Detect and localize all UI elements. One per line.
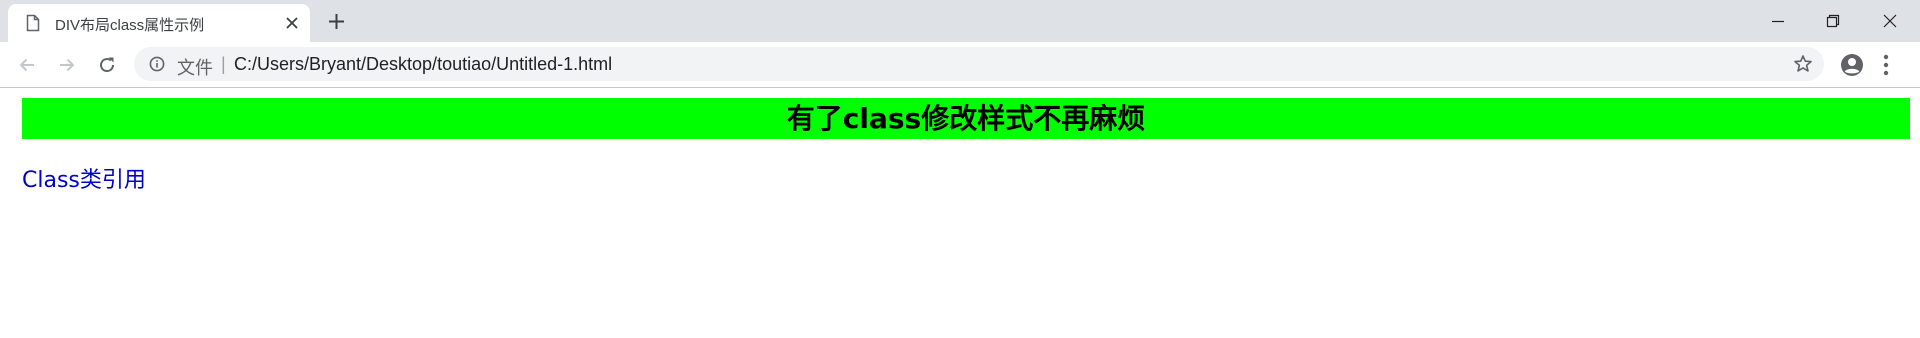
minimize-icon (1772, 20, 1784, 23)
page-icon (26, 14, 40, 32)
tab-title: DIV布局class属性示例 (55, 17, 205, 34)
browser-tab[interactable]: DIV布局class属性示例 (8, 4, 310, 42)
green-banner: 有了class修改样式不再麻烦 (22, 98, 1910, 139)
tab-strip: DIV布局class属性示例 (0, 0, 1920, 42)
url-text[interactable]: C:/Users/Bryant/Desktop/toutiao/Untitled… (234, 54, 612, 75)
restore-icon (1826, 14, 1840, 28)
class-reference-link[interactable]: Class类引用 (22, 162, 146, 194)
arrow-left-icon[interactable] (17, 55, 37, 75)
minimize-button[interactable] (1750, 0, 1806, 42)
page-content: 有了class修改样式不再麻烦 Class类引用 (0, 89, 1920, 338)
banner-heading: 有了class修改样式不再麻烦 (786, 102, 1146, 135)
security-label: 文件 (177, 58, 213, 78)
browser-toolbar: 文件 | C:/Users/Bryant/Desktop/toutiao/Unt… (0, 42, 1920, 88)
reload-icon[interactable] (97, 55, 117, 75)
close-icon[interactable] (285, 16, 299, 30)
window-close-button[interactable] (1862, 0, 1918, 42)
omnibox-separator: | (221, 54, 226, 74)
window-close-icon (1883, 14, 1897, 28)
vertical-dots-icon[interactable] (1883, 54, 1889, 76)
arrow-right-icon[interactable] (57, 55, 77, 75)
restore-button[interactable] (1805, 0, 1861, 42)
account-circle-icon[interactable] (1840, 53, 1864, 77)
address-bar[interactable]: 文件 | C:/Users/Bryant/Desktop/toutiao/Unt… (134, 47, 1824, 81)
info-icon[interactable] (149, 56, 165, 72)
star-icon[interactable] (1793, 54, 1813, 74)
new-tab-button[interactable] (328, 13, 345, 30)
